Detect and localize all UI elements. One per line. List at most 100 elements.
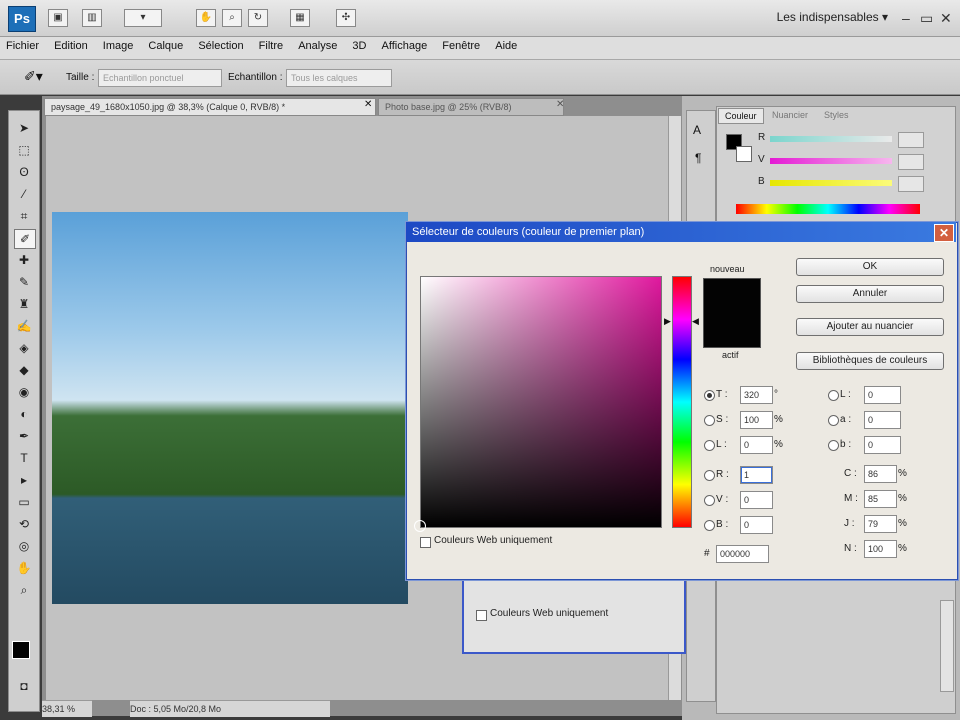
marquee-tool-icon[interactable]: ⬚ — [14, 141, 34, 159]
hand-tool-icon[interactable]: ✋ — [196, 9, 216, 27]
workspace-switcher[interactable]: Les indispensables ▾ — [777, 10, 888, 24]
arrange-documents-icon[interactable]: ▦ — [290, 9, 310, 27]
clone-stamp-icon[interactable]: ♜ — [14, 295, 34, 313]
document-image-landscape[interactable] — [52, 212, 408, 604]
black-field[interactable]: 100 — [864, 540, 897, 558]
hand-icon[interactable]: ✋ — [14, 559, 34, 577]
close-window-button[interactable]: ✕ — [940, 10, 952, 27]
cyan-field[interactable]: 86 — [864, 465, 897, 483]
history-brush-icon[interactable]: ✍ — [14, 317, 34, 335]
menu-fichier[interactable]: Fichier — [0, 37, 45, 52]
hex-field[interactable]: 000000 — [716, 545, 769, 563]
magenta-field[interactable]: 85 — [864, 490, 897, 508]
cancel-button[interactable]: Annuler — [796, 285, 944, 303]
menu-calque[interactable]: Calque — [142, 37, 189, 52]
slider-b-value[interactable] — [898, 176, 924, 192]
menu-selection[interactable]: Sélection — [192, 37, 249, 52]
menu-image[interactable]: Image — [97, 37, 140, 52]
red-field[interactable]: 1 — [740, 466, 773, 484]
zoom-level-dropdown[interactable]: ▾ — [124, 9, 162, 27]
hue-field[interactable]: 320 — [740, 386, 773, 404]
move-tool-icon[interactable]: ➤ — [14, 119, 34, 137]
type-tool-icon[interactable]: T — [14, 449, 34, 467]
tab-couleur[interactable]: Couleur — [718, 108, 764, 124]
radio-lab-a[interactable] — [828, 415, 839, 426]
pen-tool-icon[interactable]: ✒ — [14, 427, 34, 445]
document-tab-active[interactable]: paysage_49_1680x1050.jpg @ 38,3% (Calque… — [44, 98, 376, 116]
menu-fenetre[interactable]: Fenêtre — [436, 37, 486, 52]
radio-red[interactable] — [704, 470, 715, 481]
sample-select[interactable]: Tous les calques — [286, 69, 392, 87]
brush-tool-icon[interactable]: ✎ — [14, 273, 34, 291]
minimize-button[interactable]: – — [902, 10, 910, 26]
shape-tool-icon[interactable]: ▭ — [14, 493, 34, 511]
panel-scrollbar[interactable] — [940, 600, 954, 692]
tab-styles[interactable]: Styles — [818, 108, 855, 122]
menu-edition[interactable]: Edition — [48, 37, 94, 52]
panel-background-swatch[interactable] — [736, 146, 752, 162]
green-field[interactable]: 0 — [740, 491, 773, 509]
paragraph-panel-icon[interactable]: ¶ — [695, 151, 701, 165]
radio-green[interactable] — [704, 495, 715, 506]
lasso-tool-icon[interactable]: ʘ — [14, 163, 34, 181]
color-libraries-button[interactable]: Bibliothèques de couleurs — [796, 352, 944, 370]
screen-mode-icon[interactable]: ✣ — [336, 9, 356, 27]
eyedropper-tool-icon[interactable]: ✐ — [14, 229, 36, 249]
add-to-swatches-button[interactable]: Ajouter au nuancier — [796, 318, 944, 336]
view-extras-icon[interactable]: ▥ — [82, 9, 102, 27]
slider-b[interactable] — [770, 180, 892, 186]
dialog-close-button[interactable]: ✕ — [934, 224, 954, 242]
character-panel-icon[interactable]: A — [693, 123, 701, 137]
close-tab-2-icon[interactable]: ✕ — [556, 99, 564, 110]
blue-field[interactable]: 0 — [740, 516, 773, 534]
hue-slider[interactable] — [672, 276, 692, 528]
close-tab-icon[interactable]: ✕ — [364, 99, 372, 110]
color-field[interactable] — [420, 276, 662, 528]
3d-camera-icon[interactable]: ◎ — [14, 537, 34, 555]
menu-filtre[interactable]: Filtre — [253, 37, 289, 52]
hue-slider-arrow-left-icon[interactable]: ▶ — [664, 316, 671, 327]
eraser-tool-icon[interactable]: ◈ — [14, 339, 34, 357]
web-colors-checkbox[interactable] — [420, 537, 431, 548]
menu-aide[interactable]: Aide — [489, 37, 523, 52]
quick-mask-icon[interactable]: ◘ — [14, 677, 34, 695]
blur-tool-icon[interactable]: ◉ — [14, 383, 34, 401]
rotate-view-icon[interactable]: ↻ — [248, 9, 268, 27]
3d-rotate-icon[interactable]: ⟲ — [14, 515, 34, 533]
radio-blue[interactable] — [704, 520, 715, 531]
slider-v-value[interactable] — [898, 154, 924, 170]
radio-lightness[interactable] — [704, 440, 715, 451]
slider-v[interactable] — [770, 158, 892, 164]
zoom-field[interactable]: 38,31 % — [42, 700, 92, 717]
hue-slider-arrow-right-icon[interactable]: ◀ — [692, 316, 699, 327]
radio-lab-l[interactable] — [828, 390, 839, 401]
menu-3d[interactable]: 3D — [346, 37, 372, 52]
size-select[interactable]: Echantillon ponctuel — [98, 69, 222, 87]
foreground-color-swatch[interactable] — [12, 641, 30, 659]
path-selection-icon[interactable]: ▸ — [14, 471, 34, 489]
behind-web-checkbox[interactable] — [476, 610, 487, 621]
zoom-tool-icon[interactable]: ⌕ — [222, 9, 242, 27]
color-spectrum-bar[interactable] — [736, 204, 920, 214]
ok-button[interactable]: OK — [796, 258, 944, 276]
tab-nuancier[interactable]: Nuancier — [766, 108, 814, 122]
healing-brush-icon[interactable]: ✚ — [14, 251, 34, 269]
lightness-field[interactable]: 0 — [740, 436, 773, 454]
zoom-icon[interactable]: ⌕ — [14, 581, 34, 599]
menu-affichage[interactable]: Affichage — [376, 37, 434, 52]
lab-b-field[interactable]: 0 — [864, 436, 901, 454]
menu-analyse[interactable]: Analyse — [292, 37, 343, 52]
dodge-tool-icon[interactable]: ◐ — [14, 405, 34, 423]
slider-r[interactable] — [770, 136, 892, 142]
slider-r-value[interactable] — [898, 132, 924, 148]
quick-selection-icon[interactable]: ⁄ — [14, 185, 34, 203]
eyedropper-icon[interactable]: ✐▾ — [24, 68, 43, 85]
lab-l-field[interactable]: 0 — [864, 386, 901, 404]
radio-saturation[interactable] — [704, 415, 715, 426]
radio-hue[interactable] — [704, 390, 715, 401]
crop-tool-icon[interactable]: ⌗ — [14, 207, 34, 225]
color-field-cursor[interactable] — [414, 520, 426, 532]
radio-lab-b[interactable] — [828, 440, 839, 451]
bridge-icon[interactable]: ▣ — [48, 9, 68, 27]
saturation-field[interactable]: 100 — [740, 411, 773, 429]
